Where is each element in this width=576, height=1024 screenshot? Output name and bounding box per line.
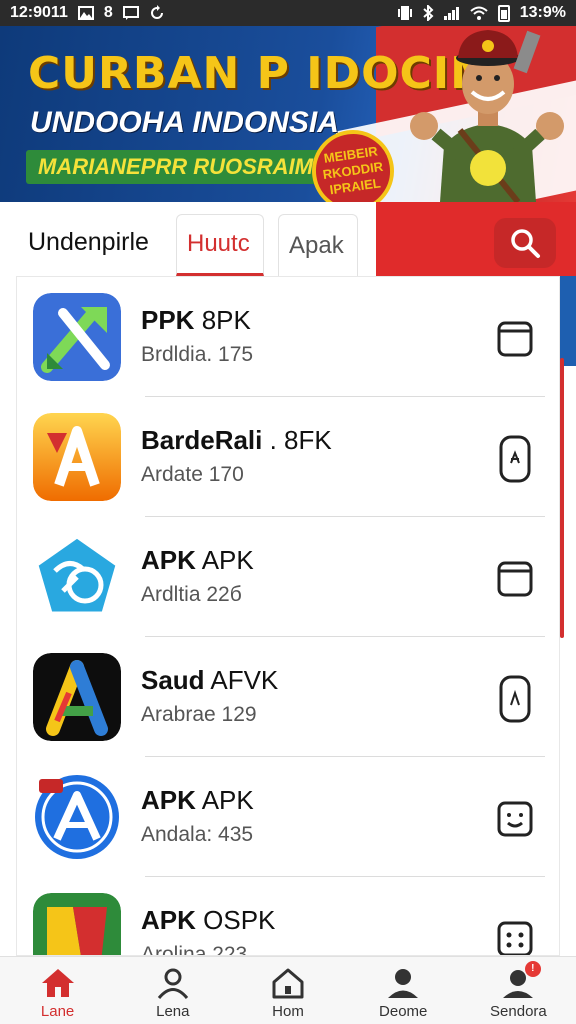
app-version: Ardltia 22б (141, 583, 242, 606)
nav-item-sendora[interactable]: ! Sendora (461, 957, 576, 1024)
list-item[interactable]: APK OSPK Arolina 223 (17, 877, 545, 956)
app-version: Ardate 170 (141, 463, 244, 486)
app-version: Arolina 223 (141, 943, 248, 956)
nav-item-deome[interactable]: Deome (346, 957, 461, 1024)
home-icon (41, 969, 74, 997)
photo-icon (77, 6, 94, 20)
list-scrollbar[interactable] (560, 358, 564, 638)
list-item[interactable]: BardeRali . 8FK Ardate 170 (17, 397, 545, 517)
a-app-icon (33, 413, 121, 501)
tab-apak[interactable]: Apak (278, 214, 358, 276)
battery-icon (497, 4, 510, 22)
app-name: BardeRali . 8FK (141, 425, 332, 455)
bluetooth-icon (423, 5, 434, 21)
nav-item-lena[interactable]: Lena (115, 957, 230, 1024)
officer-illustration (410, 30, 564, 202)
phone-icon[interactable] (497, 675, 533, 723)
dots-square-icon[interactable] (497, 919, 533, 956)
status-left: 12:9011 8 (10, 4, 165, 22)
app-version: Brdldia. 175 (141, 343, 254, 366)
phone-icon[interactable] (497, 435, 533, 483)
sync-icon (150, 5, 163, 19)
nav-label: Hom (272, 1003, 304, 1020)
status-time: 12:9011 (10, 4, 68, 21)
message-icon (122, 6, 139, 20)
green-a-app-icon (33, 653, 121, 741)
status-carrier-text: 8 (103, 4, 113, 21)
status-right: 13:9% (397, 4, 566, 22)
list-item[interactable]: Saud AFVK Arabrae 129 (17, 637, 545, 757)
search-button[interactable] (494, 218, 556, 268)
person-filled-icon (388, 969, 419, 998)
app-name: PPK 8PK (141, 305, 251, 335)
bottom-navigation: Lane Lena Hom Deome ! Sendora (0, 956, 576, 1024)
tab-huutc[interactable]: Huutc (176, 214, 264, 276)
nav-label: Lena (156, 1003, 190, 1020)
nav-label: Lane (40, 1003, 75, 1020)
vibrate-icon (397, 6, 412, 20)
nav-label: Sendora (490, 1003, 547, 1020)
nav-item-lane[interactable]: Lane (0, 957, 115, 1024)
pentagon-app-icon (35, 535, 119, 615)
app-version: Andala: 435 (141, 823, 254, 846)
promo-banner[interactable]: CURBAN P IDOCIM UNDOOHA INDONSIA MARIANE… (0, 26, 576, 202)
arrow-app-icon (33, 293, 121, 381)
signal-icon (443, 7, 459, 20)
category-tab-row: Undenpirle Huutc Apak (0, 202, 576, 276)
person-icon (157, 968, 188, 999)
list-item[interactable]: PPK 8PK Brdldia. 175 (17, 277, 545, 397)
house-icon (272, 968, 304, 999)
banner-subtitle: UNDOOHA INDONSIA (30, 106, 339, 139)
app-name: APK APK (141, 785, 254, 815)
search-icon (511, 229, 540, 258)
app-name: Saud AFVK (141, 665, 279, 695)
smile-square-icon[interactable] (497, 799, 533, 839)
status-battery-text: 13:9% (519, 4, 566, 21)
app-version: Arabrae 129 (141, 703, 257, 726)
status-bar: 12:9011 8 13:9% (0, 0, 576, 26)
list-item[interactable]: APK APK Andala: 435 (17, 757, 545, 877)
app-name: APK OSPK (141, 905, 276, 935)
tab-undenpirle[interactable]: Undenpirle (28, 228, 149, 257)
nav-item-hom[interactable]: Hom (230, 957, 345, 1024)
nav-label: Deome (379, 1003, 428, 1020)
blue-a-app-icon (35, 775, 119, 859)
square-icon[interactable] (497, 319, 533, 359)
list-item[interactable]: APK APK Ardltia 22б (17, 517, 545, 637)
app-list: PPK 8PK Brdldia. 175 BardeRali . 8FK Ard… (16, 276, 560, 956)
square-icon[interactable] (497, 559, 533, 599)
notification-badge: ! (524, 961, 541, 977)
flag-app-icon (33, 893, 121, 955)
banner-tag: MARIANEPRR RUOSRAIMAS (26, 150, 356, 184)
wifi-icon (470, 6, 488, 20)
app-name: APK APK (141, 545, 254, 575)
side-accent-strip (558, 276, 576, 366)
